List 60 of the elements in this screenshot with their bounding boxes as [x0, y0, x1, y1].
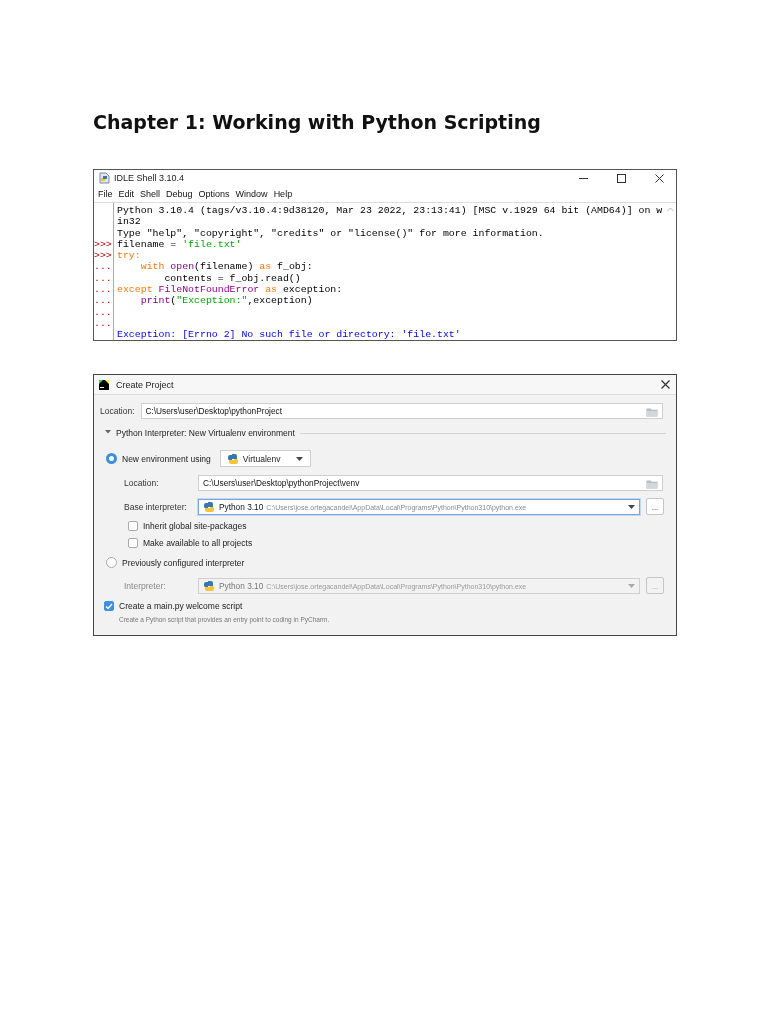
python-icon — [203, 500, 215, 513]
shell-prompt: >>> — [94, 250, 112, 262]
python-icon — [226, 452, 239, 465]
code-line: Exception: [Errno 2] No such file or directory: 'file.txt' — [117, 329, 461, 340]
menu-item[interactable]: Help — [270, 189, 296, 199]
code-line: except FileNotFoundError as exception: — [117, 284, 343, 296]
shell-prompt: ... — [94, 295, 112, 307]
field-label: Interpreter: — [124, 580, 167, 591]
close-icon[interactable] — [661, 380, 670, 389]
section-header: Python Interpreter: New Virtualenv environment — [116, 428, 295, 438]
menu-item[interactable]: File — [95, 189, 116, 199]
menu-item[interactable]: Shell — [137, 189, 164, 199]
collapse-arrow-icon[interactable] — [105, 430, 111, 436]
code-line: contents = f_obj.read() — [163, 272, 301, 285]
chapter-heading: Chapter 1: Working with Python Scripting — [93, 111, 542, 133]
check-icon — [105, 602, 113, 610]
caret-icon — [628, 504, 635, 509]
menu-item[interactable]: Debug — [163, 189, 196, 199]
shell-prompt: ... — [94, 261, 112, 273]
code-line: in32 — [117, 216, 141, 228]
field-label: Base interpreter: — [124, 501, 188, 512]
idle-app-icon — [98, 172, 110, 184]
shell-prompt: >>> — [94, 238, 112, 250]
caret-icon — [628, 583, 635, 588]
shell-prompt: ... — [94, 317, 112, 329]
code-line: Python 3.10.4 (tags/v3.10.4:9d38120, Mar 23 2022, 23:13:41) [MSC v.1929 64 bit (AMD64)] on w — [117, 205, 663, 217]
shell-prompt: ... — [94, 284, 112, 296]
code-line: print("Exception:",exception) — [139, 295, 313, 307]
shell-prompt: ... — [94, 272, 112, 284]
checkbox-label: Create a main.py welcome script — [119, 601, 243, 611]
checkbox-label: Make available to all projects — [143, 538, 253, 548]
environment-dropdown[interactable]: Virtualenv — [219, 450, 311, 467]
radio-label: Previously configured interpreter — [122, 557, 245, 568]
menu-item[interactable]: Edit — [115, 189, 138, 199]
caret-icon — [295, 456, 303, 461]
location-field[interactable]: C:\Users\user\Desktop\pythonProject\venv — [198, 475, 663, 491]
location-field[interactable]: C:\Users\user\Desktop\pythonProject — [140, 403, 663, 419]
field-label: Location: — [100, 406, 135, 416]
checkbox[interactable] — [128, 521, 138, 531]
maximize-icon[interactable] — [616, 173, 626, 183]
radio-button[interactable] — [106, 557, 117, 568]
code-line: filename = 'file.txt' — [117, 238, 242, 251]
close-icon[interactable] — [654, 173, 664, 183]
radio-label: New environment using — [122, 453, 211, 464]
dialog-title: Create Project — [116, 379, 175, 390]
window-title: IDLE Shell 3.10.4 — [114, 173, 186, 183]
app-logo-icon — [99, 379, 109, 390]
browse-button[interactable]: ... — [646, 498, 664, 515]
code-line: Type "help", "copyright", "credits" or "license()" for more information. — [117, 227, 544, 239]
radio-button[interactable] — [106, 453, 117, 464]
menu-item[interactable]: Options — [195, 189, 233, 199]
checkbox[interactable] — [104, 601, 114, 611]
checkbox[interactable] — [128, 538, 138, 548]
menu-item[interactable]: Window — [232, 189, 271, 199]
checkbox-label: Inherit global site-packages — [143, 521, 247, 531]
python-icon — [203, 579, 215, 592]
field-label: Location: — [124, 478, 160, 488]
code-line: with open(filename) as f_obj: — [139, 261, 313, 273]
shell-prompt: ... — [94, 306, 112, 318]
code-line: try: — [117, 250, 141, 262]
